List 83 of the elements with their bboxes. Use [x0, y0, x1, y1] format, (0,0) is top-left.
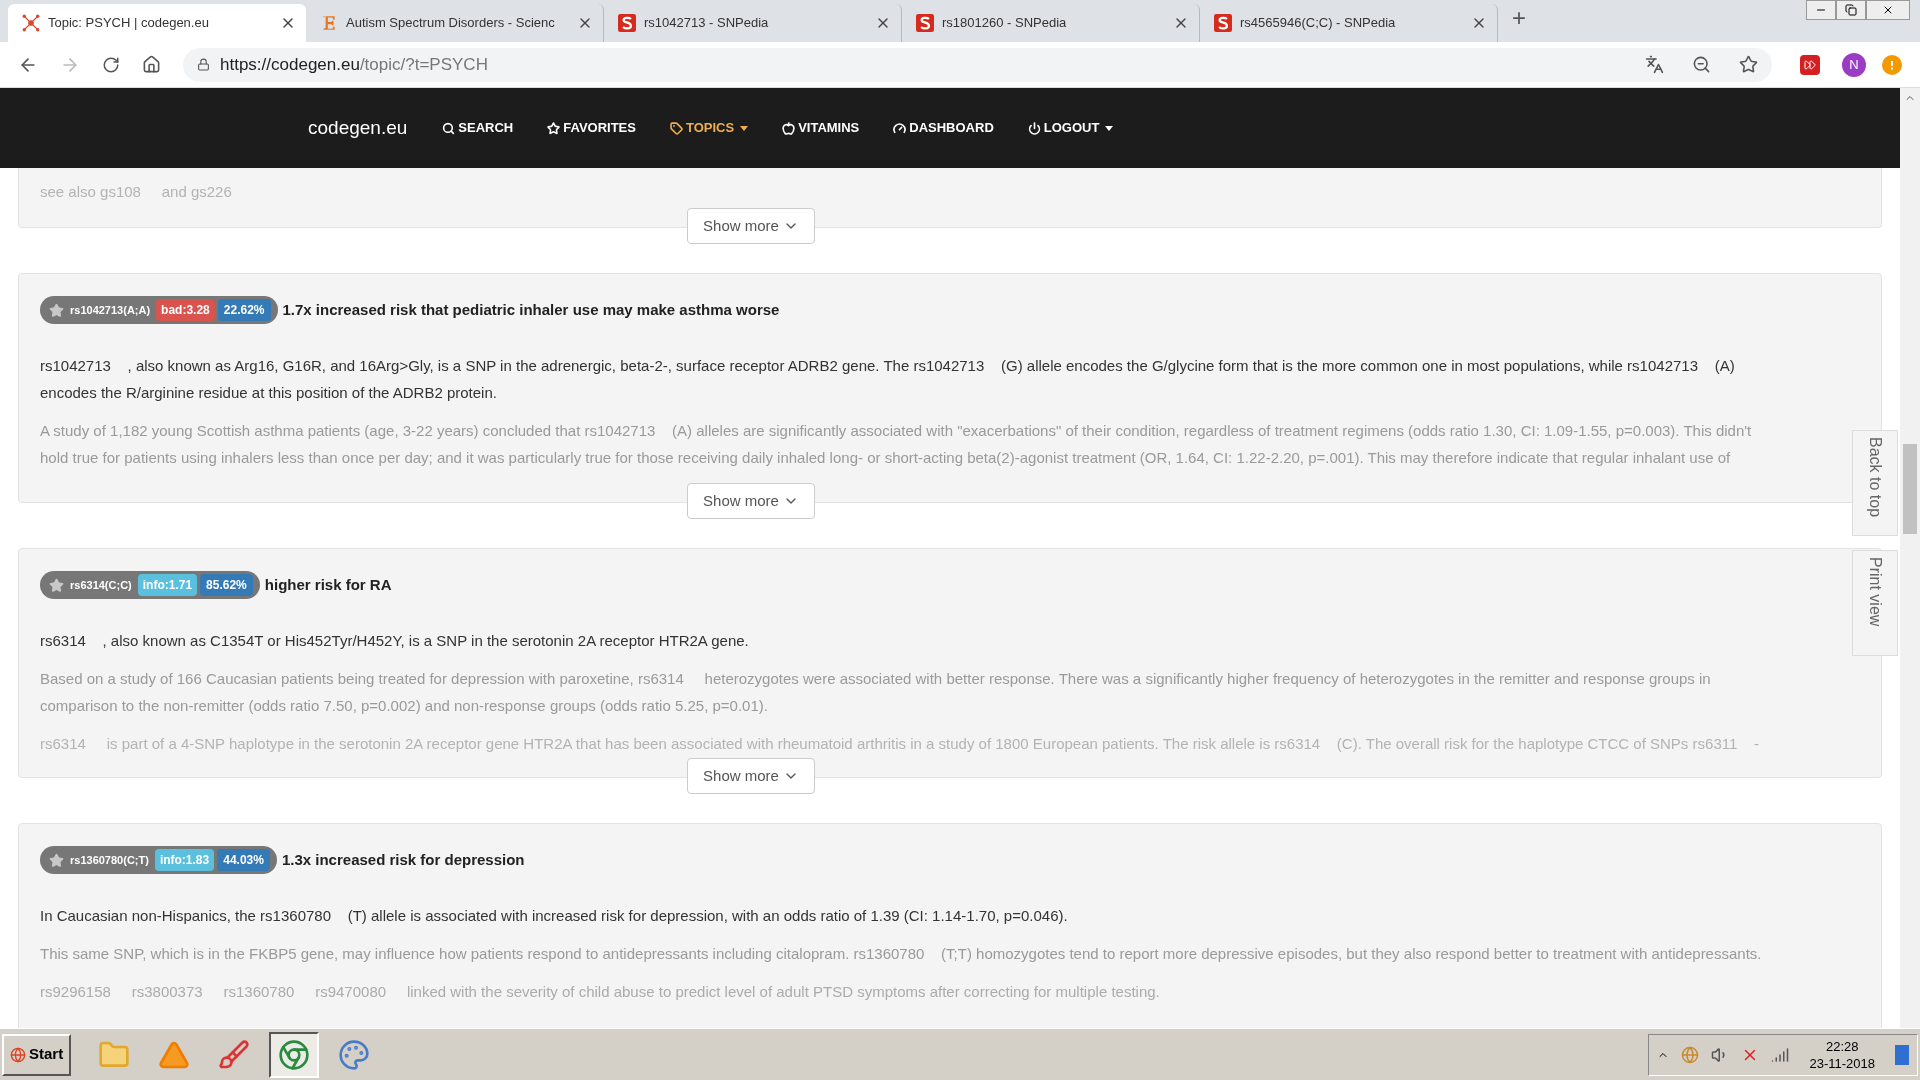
percent-label: 85.62% [200, 574, 253, 596]
tab-title: rs4565946(C;C) - SNPedia [1240, 14, 1397, 33]
paragraph: This same SNP, which is in the FKBP5 gene, may influence how patients respond to antidepressants including citalopram. rs1360780 (T;T) homozygotes tend to report more depressive episodes, but they also respond better to treatment with antidepressants. [40, 944, 1763, 964]
tab-title: Topic: PSYCH | codegen.eu [48, 14, 210, 33]
score-label: info:1.83 [154, 849, 215, 871]
extension-icon[interactable] [1800, 54, 1820, 75]
tag-icon [669, 121, 683, 135]
scrollbar[interactable] [1900, 88, 1920, 1028]
tab-title: rs1042713 - SNPedia [644, 14, 770, 33]
serif-e-icon [320, 14, 338, 32]
translate-icon[interactable] [1645, 55, 1664, 74]
signal-icon[interactable] [1771, 1045, 1790, 1064]
genotype-label: rs6314(C;C) [69, 577, 133, 593]
scrollbar-thumb[interactable] [1903, 444, 1917, 534]
genotype-label: rs1042713(A;A) [69, 302, 152, 318]
percent-label: 22.62% [217, 299, 271, 321]
close-icon [1882, 4, 1894, 16]
s-logo-icon [916, 14, 934, 32]
home-icon[interactable] [142, 55, 161, 74]
globe-icon [10, 1046, 26, 1063]
apple-icon [782, 121, 796, 135]
paragraph: Based on a study of 166 Caucasian patients being treated for depression with paroxetine, rs6314 heterozygotes were associated with better response. There was a significantly higher frequency of heterozygotes in the remitter and response groups in comparison to the non-remitter (odds ratio 7.50, p=0.002) and non-response groups (odds ratio 5.25, p=0.01). [40, 669, 1712, 716]
score-label: bad:3.28 [156, 299, 215, 321]
show-more-button[interactable]: Show more [687, 483, 815, 519]
reload-icon[interactable] [102, 55, 120, 74]
s-logo-icon [1214, 14, 1232, 32]
percent-label: 44.03% [217, 849, 270, 871]
s-logo-icon [618, 14, 636, 32]
nav-link[interactable]: LOGOUT [1027, 118, 1114, 138]
side-tab[interactable]: Back to top [1852, 430, 1898, 536]
score-label: info:1.71 [137, 574, 198, 596]
restore-button[interactable] [1836, 0, 1866, 20]
gauge-icon [893, 121, 907, 135]
search-icon [442, 121, 456, 135]
paragraph: rs1042713 , also known as Arg16, G16R, and 16Arg>Gly, is a SNP in the adrenergic, beta-2-, surface receptor ADRB2 gene. The rs1042713 (G) allele encodes the G/glycine form that is the more common one in most populations, while rs1042713 (A) encodes the R/arginine residue at this position of the ADRB2 protein. [40, 356, 1736, 403]
side-tab[interactable]: Print view [1852, 550, 1898, 656]
paragraph: A study of 1,182 young Scottish asthma patients (age, 3-22 years) concluded that rs1042713 (A) alleles are significantly associated with "exacerbations" of their condition, regardless of treatment regimens (odds ratio 1.30, CI: 1.09-1.55, p=0.003). This didn't hold true for patients using inhalers less than once per day; and it was particularly true for those receiving daily inhaled long- or short-acting beta(2)-agonist treatment (OR, 1.64, CI: 1.22-2.20, p=.001). This may therefore indicate that regular inhalant use of [40, 421, 1753, 468]
new-tab-button[interactable]: + [1512, 0, 1526, 36]
nav-link[interactable]: FAVORITES [547, 118, 636, 138]
warning-icon[interactable] [1882, 54, 1902, 75]
card-title: 1.7x increased risk that pediatric inhaler use may make asthma worse [282, 299, 780, 320]
nav-link[interactable]: TOPICS [669, 118, 749, 138]
fast-forward-icon [1804, 58, 1816, 71]
genotype-label: rs1360780(C;T) [69, 852, 150, 868]
close-window-button[interactable] [1866, 0, 1910, 20]
paragraph: rs6314 is part of a 4-SNP haplotype in the serotonin 2A receptor gene HTR2A that has been associated with rheumatoid arthritis in a study of 1800 European patients. The risk allele is rs6314 (C). The overall risk for the haplotype CTCC of SNPs rs6311 - [40, 734, 1760, 754]
power-icon [1027, 121, 1041, 135]
paragraph: In Caucasian non-Hispanics, the rs1360780 (T) allele is associated with increased risk for depression, with an odds ratio of 1.39 (CI: 1.14-1.70, p=0.046). [40, 906, 1069, 926]
palette-icon [338, 1038, 371, 1071]
star-icon [49, 577, 64, 593]
star-icon [49, 302, 64, 318]
nav-link[interactable]: DASHBOARD [893, 118, 994, 138]
show-desktop-button[interactable] [1895, 1044, 1909, 1065]
star-icon [49, 852, 64, 868]
lock-icon [197, 58, 210, 71]
nav-link[interactable]: SEARCH [442, 118, 514, 138]
card-title: higher risk for RA [264, 574, 392, 595]
start-button[interactable]: Start [2, 1033, 72, 1076]
profile-avatar[interactable]: N [1842, 52, 1866, 77]
nav-link[interactable]: VITAMINS [782, 118, 860, 138]
clock-date: 23-11-2018 [1809, 1054, 1875, 1072]
show-more-button[interactable]: Show more [687, 208, 815, 244]
url-text: https://codegen.eu/topic/?t=PSYCH [220, 53, 488, 76]
browser-tab[interactable]: Topic: PSYCH | codegen.eu [8, 4, 306, 42]
paragraph: rs6314 , also known as C1354T or His452Tyr/H452Y, is a SNP in the serotonin 2A receptor HTR2A gene. [40, 631, 750, 651]
brand-link[interactable]: codegen.eu [308, 113, 408, 143]
address-bar[interactable]: https://codegen.eu/topic/?t=PSYCH [183, 47, 1772, 82]
restore-icon [1845, 4, 1857, 16]
tab-title: Autism Spectrum Disorders - Scienc [346, 14, 556, 33]
star-icon [547, 121, 561, 135]
tab-title: rs1801260 - SNPedia [942, 14, 1068, 33]
clock-time: 22:28 [1825, 1037, 1859, 1055]
brush-icon [218, 1038, 251, 1071]
paragraph: rs9296158 rs3800373 rs1360780 rs9470080 linked with the severity of child abuse to predict level of adult PTSD symptoms after correcting for multiple testing. [40, 982, 1161, 1002]
paragraph: see also gs108 and gs226 [40, 182, 233, 202]
minimize-button[interactable] [1806, 0, 1836, 20]
show-more-button[interactable]: Show more [687, 758, 815, 794]
network-icon [22, 14, 40, 32]
card-title: 1.3x increased risk for depression [281, 849, 525, 870]
chrome-icon [278, 1038, 311, 1071]
taskbar-app[interactable] [269, 1031, 320, 1078]
zoom-out-icon[interactable] [1692, 55, 1711, 74]
bookmark-star-icon[interactable] [1739, 55, 1758, 74]
